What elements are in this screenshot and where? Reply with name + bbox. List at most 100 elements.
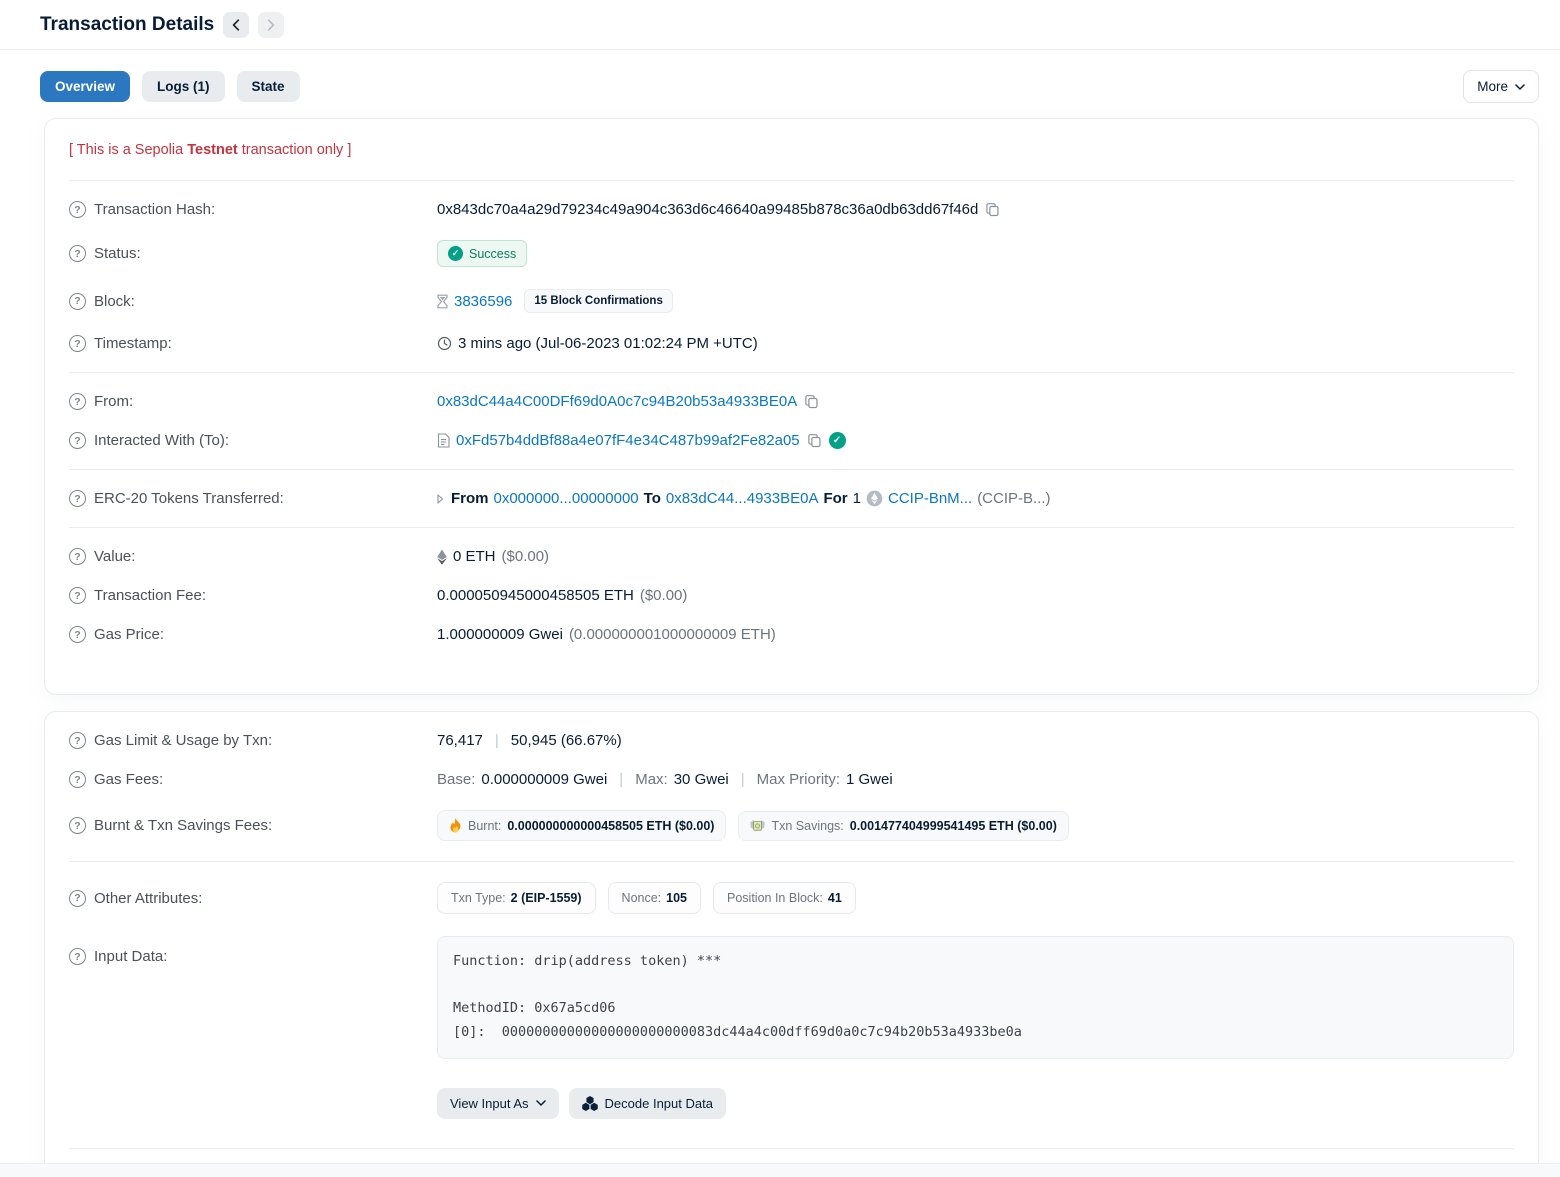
gas-price-eth: (0.000000001000000009 ETH) — [569, 626, 776, 643]
status-badge-text: Success — [469, 247, 516, 261]
input-data-box[interactable]: Function: drip(address token) *** Method… — [437, 936, 1514, 1059]
eth-icon — [437, 549, 447, 565]
tab-overview[interactable]: Overview — [40, 71, 130, 102]
transaction-fee-value: 0.000050945000458505 ETH — [437, 587, 634, 604]
help-icon[interactable]: ? — [69, 817, 86, 834]
more-button-label: More — [1477, 79, 1508, 94]
timestamp-label: Timestamp: — [94, 335, 172, 352]
help-icon[interactable]: ? — [69, 293, 86, 310]
gas-usage-value: 50,945 (66.67%) — [511, 732, 622, 749]
burnt-value: 0.000000000000458505 ETH ($0.00) — [507, 819, 714, 833]
row-gas-limit: ? Gas Limit & Usage by Txn: 76,417 | 50,… — [69, 721, 1514, 760]
value-amount: 0 ETH — [453, 548, 496, 565]
help-icon[interactable]: ? — [69, 890, 86, 907]
transaction-hash-label: Transaction Hash: — [94, 201, 215, 218]
details-card: ? Gas Limit & Usage by Txn: 76,417 | 50,… — [44, 711, 1539, 1177]
erc20-label: ERC-20 Tokens Transferred: — [94, 490, 284, 507]
caret-right-icon — [437, 494, 444, 504]
copy-icon-glyph — [985, 202, 1000, 217]
gas-price-value: 1.000000009 Gwei — [437, 626, 563, 643]
help-icon[interactable]: ? — [69, 771, 86, 788]
copy-icon[interactable] — [984, 201, 1001, 218]
timestamp-value: 3 mins ago (Jul-06-2023 01:02:24 PM +UTC… — [458, 335, 758, 352]
chevron-right-icon — [267, 19, 275, 31]
gas-price-label: Gas Price: — [94, 626, 164, 643]
transaction-fee-label: Transaction Fee: — [94, 587, 206, 604]
footer-strip — [0, 1163, 1560, 1177]
help-icon[interactable]: ? — [69, 245, 86, 262]
status-badge: ✓ Success — [437, 240, 527, 267]
gas-limit-label: Gas Limit & Usage by Txn: — [94, 732, 272, 749]
row-status: ? Status: ✓ Success — [69, 229, 1514, 278]
help-icon[interactable]: ? — [69, 201, 86, 218]
view-input-as-button[interactable]: View Input As — [437, 1088, 559, 1119]
transfer-to-link[interactable]: 0x83dC44...4933BE0A — [666, 490, 819, 507]
from-label: From: — [94, 393, 133, 410]
banner-suffix: transaction only ] — [238, 142, 352, 158]
gas-fees-label: Gas Fees: — [94, 771, 163, 788]
base-fee-label: Base: — [437, 771, 475, 788]
tab-state[interactable]: State — [237, 71, 300, 102]
tabs-row: Overview Logs (1) State More — [40, 70, 1539, 103]
tabs: Overview Logs (1) State — [40, 71, 300, 102]
next-transaction-button[interactable] — [258, 12, 284, 38]
separator: | — [735, 771, 751, 788]
help-icon[interactable]: ? — [69, 432, 86, 449]
position-in-block-badge: Position In Block: 41 — [713, 882, 856, 914]
value-label: Value: — [94, 548, 135, 565]
burnt-badge: Burnt: 0.000000000000458505 ETH ($0.00) — [437, 810, 726, 841]
testnet-banner: [ This is a Sepolia Testnet transaction … — [69, 128, 1514, 171]
row-block: ? Block: 3836596 15 Block Confirmations — [69, 278, 1514, 324]
verified-contract-icon: ✓ — [829, 432, 846, 449]
nonce-value: 105 — [666, 891, 687, 905]
max-fee-value: 30 Gwei — [674, 771, 729, 788]
help-icon[interactable]: ? — [69, 490, 86, 507]
token-icon — [866, 490, 883, 507]
transfer-from-link[interactable]: 0x000000...00000000 — [494, 490, 639, 507]
chevron-left-icon — [232, 19, 240, 31]
block-confirmations-badge: 15 Block Confirmations — [524, 289, 672, 313]
chevron-down-icon — [1515, 84, 1525, 90]
input-data-label: Input Data: — [94, 948, 167, 965]
to-address-link[interactable]: 0xFd57b4ddBf88a4e07fF4e34C487b99af2Fe82a… — [456, 432, 800, 449]
help-icon[interactable]: ? — [69, 948, 86, 965]
row-value: ? Value: 0 ETH ($0.00) — [69, 537, 1514, 576]
position-value: 41 — [828, 891, 842, 905]
help-icon[interactable]: ? — [69, 732, 86, 749]
token-name-link[interactable]: CCIP-BnM... — [888, 490, 972, 507]
row-burnt-fees: ? Burnt & Txn Savings Fees: Burnt: 0.000… — [69, 799, 1514, 852]
transfer-to-label: To — [644, 490, 661, 507]
transaction-fee-usd: ($0.00) — [640, 587, 688, 604]
banner-prefix: [ This is a Sepolia — [69, 142, 187, 158]
banner-testnet: Testnet — [187, 142, 238, 158]
copy-icon[interactable] — [806, 432, 823, 449]
row-erc20-transfers: ? ERC-20 Tokens Transferred: From 0x0000… — [69, 479, 1514, 518]
more-button[interactable]: More — [1463, 70, 1539, 103]
transaction-hash-value: 0x843dc70a4a29d79234c49a904c363d6c46640a… — [437, 201, 978, 218]
transfer-from-label: From — [451, 490, 489, 507]
decode-input-data-label: Decode Input Data — [605, 1096, 713, 1111]
tab-logs[interactable]: Logs (1) — [142, 71, 225, 102]
interacted-with-label: Interacted With (To): — [94, 432, 229, 449]
block-number-link[interactable]: 3836596 — [454, 293, 512, 310]
flame-icon — [449, 818, 462, 833]
hourglass-icon — [437, 294, 448, 309]
max-priority-fee-label: Max Priority: — [757, 771, 840, 788]
help-icon[interactable]: ? — [69, 587, 86, 604]
row-transaction-fee: ? Transaction Fee: 0.000050945000458505 … — [69, 576, 1514, 615]
help-icon[interactable]: ? — [69, 548, 86, 565]
txn-savings-value: 0.001477404999541495 ETH ($0.00) — [850, 819, 1057, 833]
row-input-data: ? Input Data: Function: drip(address tok… — [69, 925, 1514, 1130]
copy-icon[interactable] — [803, 393, 820, 410]
help-icon[interactable]: ? — [69, 626, 86, 643]
transaction-details-page: Transaction Details Overview Logs (1) St… — [0, 0, 1560, 1177]
decode-input-data-button[interactable]: Decode Input Data — [569, 1088, 726, 1119]
txn-type-badge: Txn Type: 2 (EIP-1559) — [437, 882, 596, 914]
from-address-link[interactable]: 0x83dC44a4C00DFf69d0A0c7c94B20b53a4933BE… — [437, 393, 797, 410]
help-icon[interactable]: ? — [69, 393, 86, 410]
success-check-icon: ✓ — [448, 246, 463, 261]
max-priority-fee-value: 1 Gwei — [846, 771, 893, 788]
base-fee-value: 0.000000009 Gwei — [481, 771, 607, 788]
prev-transaction-button[interactable] — [223, 12, 249, 38]
help-icon[interactable]: ? — [69, 335, 86, 352]
